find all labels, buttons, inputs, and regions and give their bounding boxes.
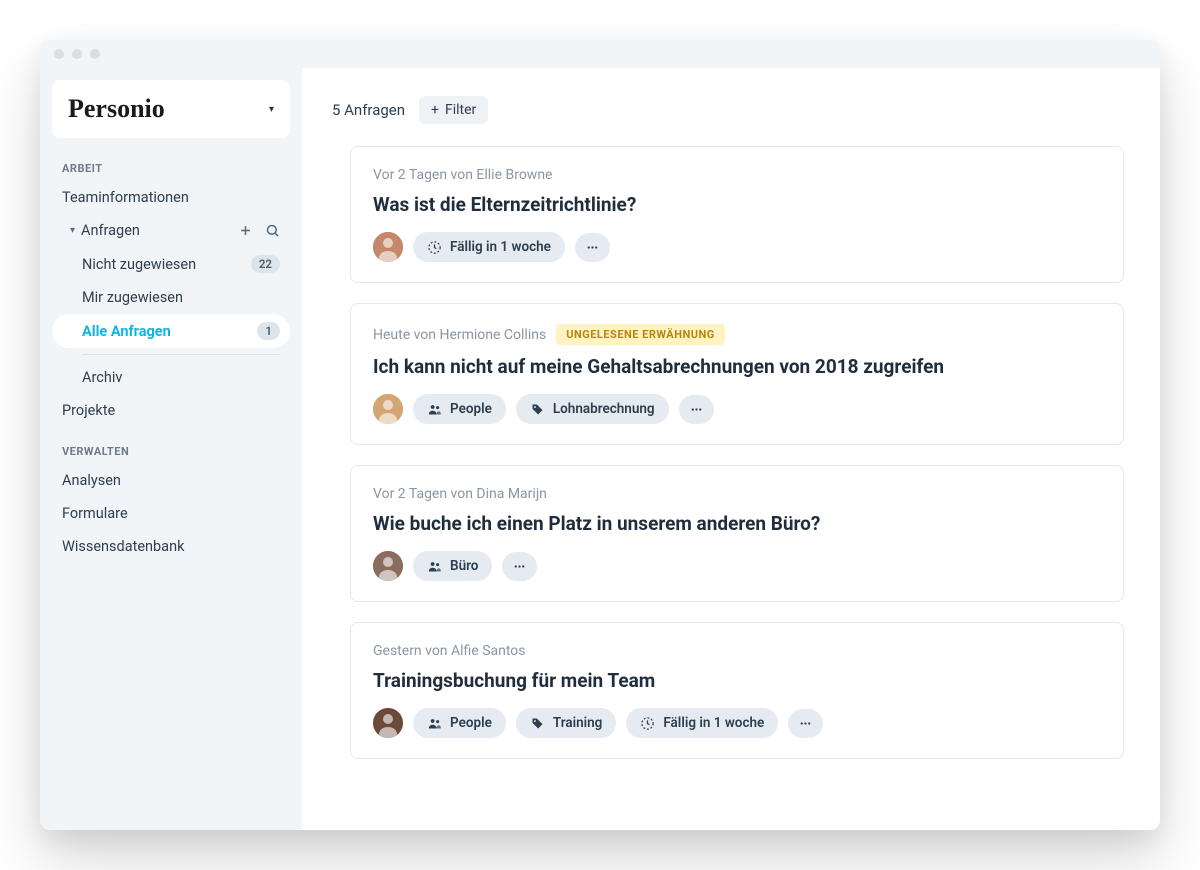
window-dot (72, 49, 82, 59)
avatar[interactable] (373, 232, 403, 262)
tag-label: Fällig in 1 woche (663, 715, 764, 731)
sidebar-item[interactable]: Teaminformationen (52, 181, 290, 214)
dots-icon (689, 402, 704, 417)
filter-label: Filter (445, 102, 476, 118)
sidebar-section-label: VERWALTEN (52, 427, 290, 464)
sidebar-item-label: Formulare (62, 505, 128, 522)
tag-pill[interactable]: Training (516, 708, 617, 738)
plus-icon: + (431, 102, 439, 118)
more-button[interactable] (575, 233, 610, 262)
sidebar-item[interactable]: Formulare (52, 497, 290, 530)
sidebar-section-label: ARBEIT (52, 144, 290, 181)
brand-logo: Personio (68, 94, 165, 124)
card-meta-text: Heute von Hermione Collins (373, 327, 546, 343)
count-badge: 22 (251, 255, 280, 273)
main-content: 5 Anfragen + Filter Vor 2 Tagen von Elli… (302, 68, 1160, 830)
card-footer: Fällig in 1 woche (373, 232, 1101, 262)
more-button[interactable] (679, 395, 714, 424)
tag-label: People (450, 401, 492, 417)
request-card[interactable]: Vor 2 Tagen von Dina Marijn Wie buche ich… (350, 465, 1124, 602)
avatar[interactable] (373, 394, 403, 424)
card-footer: People Training Fällig in 1 woche (373, 708, 1101, 738)
more-button[interactable] (502, 552, 537, 581)
brand-switcher[interactable]: Personio ▾ (52, 80, 290, 138)
caret-icon: ▾ (70, 225, 75, 236)
sidebar: Personio ▾ ARBEIT Teaminformationen ▾ Anfra… (40, 68, 302, 830)
window-dot (54, 49, 64, 59)
toolbar: 5 Anfragen + Filter (332, 96, 1124, 124)
divider (82, 354, 280, 355)
sidebar-subitem[interactable]: Alle Anfragen 1 (52, 314, 290, 348)
request-card[interactable]: Heute von Hermione Collins UNGELESENE ERW… (350, 303, 1124, 445)
more-button[interactable] (788, 709, 823, 738)
tag-pill[interactable]: People (413, 394, 506, 424)
people-icon (427, 559, 442, 574)
request-card[interactable]: Vor 2 Tagen von Ellie Browne Was ist die … (350, 146, 1124, 283)
card-meta-text: Gestern von Alfie Santos (373, 643, 526, 659)
app-body: Personio ▾ ARBEIT Teaminformationen ▾ Anfra… (40, 68, 1160, 830)
sidebar-item-label: Anfragen (81, 222, 140, 239)
sidebar-item[interactable]: Projekte (52, 394, 290, 427)
dots-icon (798, 716, 813, 731)
app-window: Personio ▾ ARBEIT Teaminformationen ▾ Anfra… (40, 40, 1160, 830)
request-count: 5 Anfragen (332, 101, 405, 119)
tag-pill[interactable]: People (413, 708, 506, 738)
search-icon[interactable] (265, 223, 280, 238)
tag-pill[interactable]: Lohnabrechnung (516, 394, 669, 424)
sidebar-item-label: Wissensdatenbank (62, 538, 184, 555)
sidebar-item-label: Nicht zugewiesen (82, 256, 196, 273)
card-meta: Gestern von Alfie Santos (373, 643, 1101, 659)
card-footer: People Lohnabrechnung (373, 394, 1101, 424)
card-meta-text: Vor 2 Tagen von Ellie Browne (373, 167, 552, 183)
sidebar-item-label: Teaminformationen (62, 189, 189, 206)
count-badge: 1 (257, 322, 280, 340)
people-icon (427, 716, 442, 731)
tag-label: People (450, 715, 492, 731)
tag-label: Lohnabrechnung (553, 401, 655, 417)
card-meta-text: Vor 2 Tagen von Dina Marijn (373, 486, 547, 502)
sidebar-item-label: Alle Anfragen (82, 323, 171, 340)
tag-label: Büro (450, 558, 478, 574)
mention-badge: UNGELESENE ERWÄHNUNG (556, 324, 725, 345)
clock-icon (640, 716, 655, 731)
tag-pill[interactable]: Fällig in 1 woche (413, 232, 565, 262)
avatar[interactable] (373, 708, 403, 738)
people-icon (427, 402, 442, 417)
dots-icon (585, 240, 600, 255)
card-meta: Vor 2 Tagen von Ellie Browne (373, 167, 1101, 183)
card-meta: Vor 2 Tagen von Dina Marijn (373, 486, 1101, 502)
plus-icon[interactable] (238, 223, 253, 238)
tag-pill[interactable]: Fällig in 1 woche (626, 708, 778, 738)
sidebar-item[interactable]: Analysen (52, 464, 290, 497)
sidebar-subitem[interactable]: Archiv (52, 361, 290, 394)
card-footer: Büro (373, 551, 1101, 581)
sidebar-item-label: Mir zugewiesen (82, 289, 183, 306)
tag-pill[interactable]: Büro (413, 551, 492, 581)
tag-icon (530, 402, 545, 417)
request-card[interactable]: Gestern von Alfie Santos Trainingsbuchung… (350, 622, 1124, 759)
sidebar-subitem[interactable]: Nicht zugewiesen 22 (52, 247, 290, 281)
window-titlebar (40, 40, 1160, 68)
tag-icon (530, 716, 545, 731)
sidebar-item-label: Projekte (62, 402, 115, 419)
clock-icon (427, 240, 442, 255)
dots-icon (512, 559, 527, 574)
card-title: Was ist die Elternzeitrichtlinie? (373, 193, 1101, 216)
filter-button[interactable]: + Filter (419, 96, 488, 124)
sidebar-subitem[interactable]: Mir zugewiesen (52, 281, 290, 314)
sidebar-item[interactable]: ▾ Anfragen (52, 214, 290, 247)
tag-label: Training (553, 715, 603, 731)
sidebar-item[interactable]: Wissensdatenbank (52, 530, 290, 563)
sidebar-item-label: Analysen (62, 472, 121, 489)
card-title: Trainingsbuchung für mein Team (373, 669, 1101, 692)
avatar[interactable] (373, 551, 403, 581)
card-title: Wie buche ich einen Platz in unserem and… (373, 512, 1101, 535)
card-title: Ich kann nicht auf meine Gehaltsabrechnu… (373, 355, 1101, 378)
sidebar-item-label: Archiv (82, 369, 122, 386)
window-dot (90, 49, 100, 59)
card-meta: Heute von Hermione Collins UNGELESENE ERW… (373, 324, 1101, 345)
chevron-down-icon: ▾ (269, 104, 274, 115)
tag-label: Fällig in 1 woche (450, 239, 551, 255)
